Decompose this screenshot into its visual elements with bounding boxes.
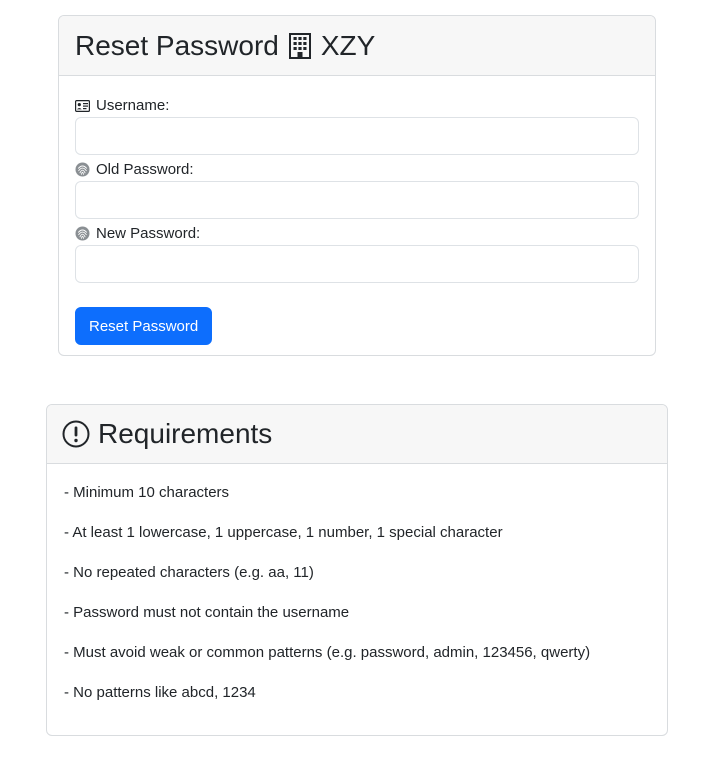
username-label-text: Username: xyxy=(96,97,170,114)
requirements-title-text: Requirements xyxy=(98,418,273,449)
reset-password-card: Reset Password XZY Username: Old Passwor… xyxy=(58,15,656,356)
requirement-item: - At least 1 lowercase, 1 uppercase, 1 n… xyxy=(64,524,503,541)
id-card-icon xyxy=(75,99,90,112)
org-name: XZY xyxy=(320,29,376,61)
requirement-item: - No repeated characters (e.g. aa, 11) xyxy=(64,564,314,581)
page-title: Reset Password XZY xyxy=(75,30,375,62)
requirement-item: - Password must not contain the username xyxy=(64,604,350,621)
exclamation-circle-icon xyxy=(62,420,90,448)
fingerprint-icon xyxy=(75,162,90,177)
username-input[interactable] xyxy=(75,117,639,155)
new-password-label-text: New Password: xyxy=(96,225,201,242)
requirements-card: Requirements - Minimum 10 characters - A… xyxy=(46,404,668,736)
reset-password-form: Username: Old Password: New Password: Re… xyxy=(59,76,655,345)
requirement-item: - No patterns like abcd, 1234 xyxy=(64,684,256,701)
requirements-list: - Minimum 10 characters - At least 1 low… xyxy=(47,464,667,703)
old-password-input[interactable] xyxy=(75,181,639,219)
reset-password-card-header: Reset Password XZY xyxy=(59,16,655,76)
reset-password-button[interactable]: Reset Password xyxy=(75,307,213,345)
requirement-item: - Minimum 10 characters xyxy=(64,484,230,501)
building-icon xyxy=(288,32,311,59)
new-password-input[interactable] xyxy=(75,245,639,283)
new-password-label: New Password: xyxy=(75,224,639,243)
page-title-text: Reset Password xyxy=(75,29,279,61)
requirements-card-header: Requirements xyxy=(47,405,667,464)
requirements-title: Requirements xyxy=(62,418,272,450)
old-password-label: Old Password: xyxy=(75,160,639,179)
requirement-item: - Must avoid weak or common patterns (e.… xyxy=(64,644,591,661)
username-label: Username: xyxy=(75,96,639,115)
fingerprint-icon xyxy=(75,226,90,241)
old-password-label-text: Old Password: xyxy=(96,161,194,178)
